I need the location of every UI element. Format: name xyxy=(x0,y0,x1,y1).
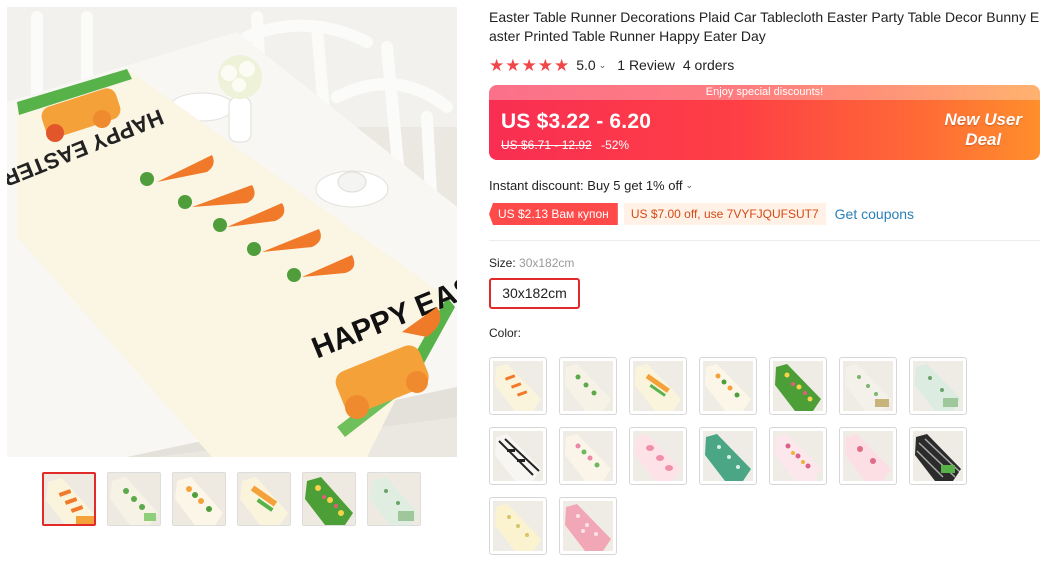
original-price-row: US $6.71 - 12.92 -52% xyxy=(501,138,629,152)
star-rating: ★ ★ ★ ★ ★ xyxy=(489,57,569,74)
rating-score[interactable]: 5.0 xyxy=(576,57,595,73)
color-swatch-6[interactable] xyxy=(839,357,897,415)
new-user-line: New User xyxy=(944,110,1022,129)
chevron-down-icon[interactable]: ⌄ xyxy=(685,180,693,191)
orders-count: 4 orders xyxy=(682,57,735,73)
color-swatch-12[interactable] xyxy=(769,427,827,485)
deal-line: Deal xyxy=(965,130,1002,149)
star-icon: ★ xyxy=(489,55,505,75)
color-label: Color: xyxy=(489,326,522,340)
original-price: US $6.71 - 12.92 xyxy=(501,138,592,152)
discount-percent: -52% xyxy=(601,138,630,152)
star-icon: ★ xyxy=(554,55,570,75)
color-swatch-16[interactable] xyxy=(559,497,617,555)
size-label-text: Size: xyxy=(489,256,516,270)
color-swatch-11[interactable] xyxy=(699,427,757,485)
thumbnail-6[interactable] xyxy=(367,472,421,526)
color-swatch-8[interactable] xyxy=(489,427,547,485)
reviews-link[interactable]: 1 Review xyxy=(617,57,675,73)
star-icon: ★ xyxy=(537,55,553,75)
color-swatch-1[interactable] xyxy=(489,357,547,415)
size-label: Size: 30x182cm xyxy=(489,256,1041,270)
color-swatch-3[interactable] xyxy=(629,357,687,415)
divider xyxy=(489,240,1040,241)
product-info-panel: Easter Table Runner Decorations Plaid Ca… xyxy=(489,8,1041,340)
color-swatch-9[interactable] xyxy=(559,427,617,485)
current-price: US $3.22 - 6.20 xyxy=(501,110,652,133)
star-icon: ★ xyxy=(505,55,521,75)
thumbnail-5[interactable] xyxy=(302,472,356,526)
size-selected-value: 30x182cm xyxy=(519,256,575,270)
size-option-30x182cm[interactable]: 30x182cm xyxy=(489,278,580,309)
store-coupon-badge[interactable]: US $2.13 Вам купон xyxy=(489,203,618,225)
rating-row: ★ ★ ★ ★ ★ 5.0 ⌄ 1 Review 4 orders xyxy=(489,55,1041,75)
color-swatch-10[interactable] xyxy=(629,427,687,485)
thumbnail-2[interactable] xyxy=(107,472,161,526)
discount-banner-text: Enjoy special discounts! xyxy=(489,85,1040,100)
price-banner: Enjoy special discounts! US $3.22 - 6.20… xyxy=(489,85,1040,160)
color-swatch-2[interactable] xyxy=(559,357,617,415)
product-title: Easter Table Runner Decorations Plaid Ca… xyxy=(489,9,1040,44)
new-user-deal-badge: New User Deal xyxy=(945,110,1022,150)
instant-discount-row[interactable]: Instant discount: Buy 5 get 1% off ⌄ xyxy=(489,178,1041,193)
thumbnail-1[interactable] xyxy=(42,472,96,526)
color-swatch-4[interactable] xyxy=(699,357,757,415)
color-swatch-5[interactable] xyxy=(769,357,827,415)
star-icon: ★ xyxy=(521,55,537,75)
coupon-row: US $2.13 Вам купон US $7.00 off, use 7VY… xyxy=(489,203,1041,225)
color-swatch-13[interactable] xyxy=(839,427,897,485)
chevron-down-icon[interactable]: ⌄ xyxy=(599,60,607,71)
color-swatch-15[interactable] xyxy=(489,497,547,555)
get-coupons-link[interactable]: Get coupons xyxy=(835,206,914,222)
promo-code-badge[interactable]: US $7.00 off, use 7VYFJQUFSUT7 xyxy=(623,203,826,225)
color-swatch-14[interactable] xyxy=(909,427,967,485)
main-product-image[interactable]: HAPPY EASTER! HAPPY EASTER! xyxy=(7,7,457,457)
instant-discount-text: Instant discount: Buy 5 get 1% off xyxy=(489,178,683,193)
thumbnail-3[interactable] xyxy=(172,472,226,526)
thumbnail-4[interactable] xyxy=(237,472,291,526)
thumbnail-strip xyxy=(42,472,421,526)
color-swatch-7[interactable] xyxy=(909,357,967,415)
